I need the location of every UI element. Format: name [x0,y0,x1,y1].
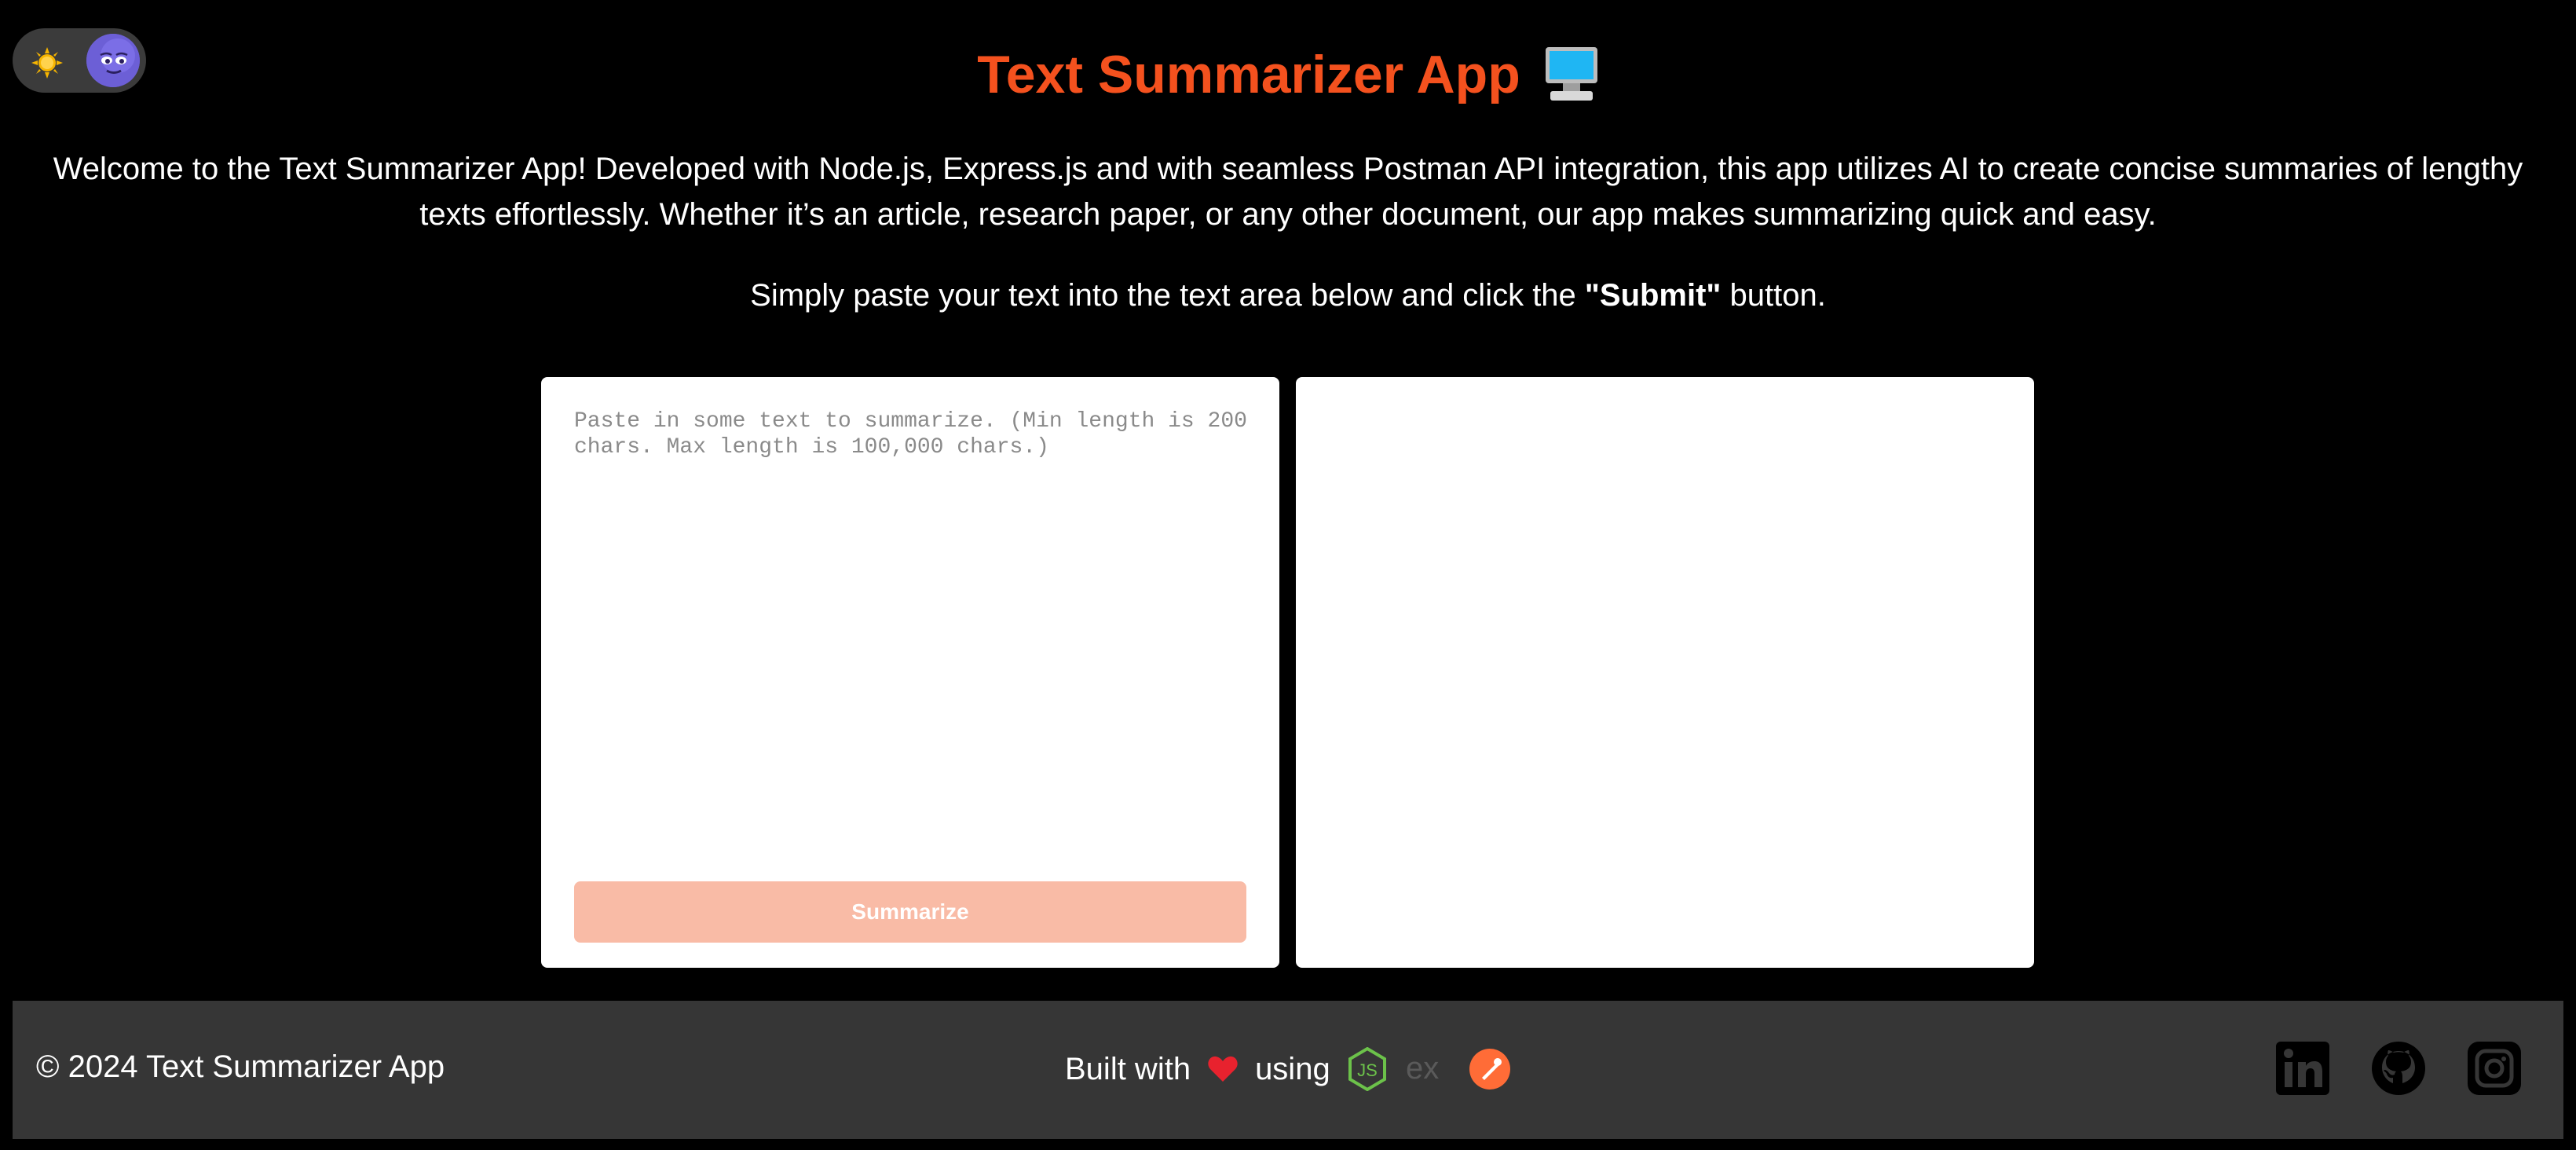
express-icon: ex [1406,1053,1439,1085]
footer: © 2024 Text Summarizer App Built with us… [13,1001,2563,1139]
instagram-icon[interactable] [2466,1040,2523,1097]
instruction-text: Simply paste your text into the text are… [0,273,2576,317]
github-icon[interactable] [2370,1040,2427,1097]
built-with: Built with using JS ex [1065,1040,1511,1098]
using-label: using [1255,1051,1330,1086]
svg-text:JS: JS [1357,1060,1378,1080]
copyright-text: © 2024 Text Summarizer App [36,1049,445,1084]
postman-icon [1469,1049,1510,1090]
intro-text: Welcome to the Text Summarizer App! Deve… [53,152,2523,232]
heart-icon [1208,1056,1238,1082]
desktop-monitor-icon [1545,47,1597,101]
linkedin-icon[interactable] [2274,1040,2331,1097]
page-title-text: Text Summarizer App [977,45,1520,104]
instruction-submit-emphasis: "Submit" [1584,278,1722,313]
text-input[interactable] [573,408,1251,817]
page-title: Text Summarizer App [0,39,2576,110]
summarize-button[interactable]: Summarize [574,881,1246,943]
instruction-prefix: Simply paste your text into the text are… [750,278,1585,313]
social-links [2274,1040,2523,1097]
built-with-label: Built with [1065,1051,1191,1086]
nodejs-icon: JS [1348,1047,1386,1091]
instruction-suffix: button. [1721,278,1826,313]
summary-output [1327,408,2003,936]
summary-panel [1296,377,2034,968]
svg-text:ex: ex [1406,1053,1439,1085]
input-panel: Summarize [541,377,1279,968]
